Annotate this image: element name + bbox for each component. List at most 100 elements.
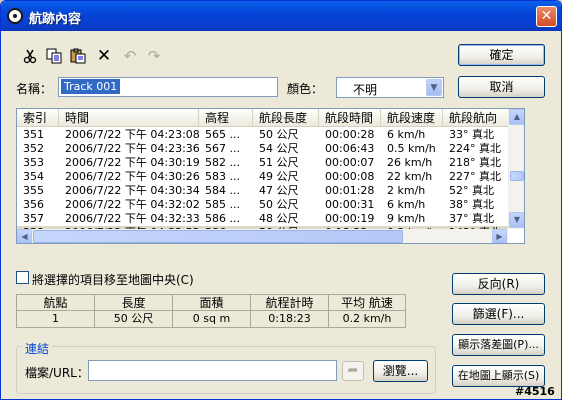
track-properties-window: 航跡內容 ✕ ✕ ↶ ↷ 名稱： Track 001 顏色： 不明 ▼ 確定 取… [0,0,562,400]
go-arrow-icon: ➦ [342,361,364,381]
link-group-label: 連結 [23,340,52,357]
table-cell: 2006/7/22 下午 04:32:02 [65,198,200,211]
file-url-label: 檔案/URL： [25,366,89,380]
color-label: 顏色： [287,82,324,96]
reverse-button[interactable]: 反向(R) [452,273,545,295]
name-value: Track 001 [61,79,121,94]
table-cell: 54 公尺 [259,142,299,155]
stats-value: 0.2 km/h [342,312,392,325]
horizontal-scrollbar[interactable]: ◀ ▶ [17,229,508,243]
center-on-map-label[interactable]: 將選擇的項目移至地圖中央(C) [32,271,194,288]
window-title: 航跡內容 [29,12,82,27]
table-cell: 352 [23,142,44,155]
table-row[interactable]: 357 2006/7/22 下午 04:32:33 586 ... 48 公尺 00:0… [17,212,508,226]
table-cell: 2006/7/22 下午 04:23:36 [65,142,200,155]
table-row[interactable]: 354 2006/7/22 下午 04:30:26 583 ... 49 公尺 00:0… [17,170,508,184]
table-cell: 351 [23,128,44,141]
stats-header: 航點 [17,295,94,311]
vertical-scrollbar[interactable]: ▲ ▼ [508,109,524,229]
table-row[interactable]: 355 2006/7/22 下午 04:30:34 584 ... 47 公尺 00:0… [17,184,508,198]
paste-icon[interactable] [67,45,89,67]
title-bar[interactable]: 航跡內容 ✕ [1,1,561,31]
column-header[interactable]: 索引 [17,109,59,127]
stats-cell: 航程計時 0:18:23 [251,295,329,328]
table-cell: 48 公尺 [259,212,299,225]
table-cell: 00:00:07 [325,156,375,169]
table-cell: 2006/7/22 下午 04:32:33 [65,212,200,225]
list-header: 索引 時間 高程 航段長度 航段時間 航段速度 航段航向 [17,109,508,127]
table-cell: 224° 真北 [449,142,501,155]
app-icon [7,8,23,24]
table-cell: 9 km/h [387,212,426,225]
copy-icon[interactable] [43,45,65,67]
table-cell: 2006/7/22 下午 04:23:08 [65,128,200,141]
column-header[interactable]: 航段航向 [443,109,508,127]
column-header[interactable]: 航段時間 [319,109,381,127]
scroll-down-arrow-icon[interactable]: ▼ [509,212,524,228]
table-cell: 22 km/h [387,170,433,183]
table-cell: 583 ... [205,170,240,183]
stats-cell: 平均 航速 0.2 km/h [329,295,405,328]
name-label: 名稱： [16,82,53,96]
table-row[interactable]: 351 2006/7/22 下午 04:23:08 565 ... 50 公尺 00:0… [17,128,508,142]
table-cell: 565 ... [205,128,240,141]
column-header[interactable]: 航段速度 [381,109,443,127]
close-button[interactable]: ✕ [536,6,557,27]
ok-button[interactable]: 確定 [458,44,545,66]
table-cell: 52° 真北 [449,184,494,197]
table-cell: 51 公尺 [259,156,299,169]
trackpoint-list[interactable]: 索引 時間 高程 航段長度 航段時間 航段速度 航段航向 351 2006/7/2… [16,108,525,244]
color-select[interactable]: 不明 ▼ [336,77,444,98]
table-cell: 00:00:08 [325,170,375,183]
stats-value: 0:18:23 [268,312,311,325]
delete-icon[interactable]: ✕ [93,45,115,67]
stats-cell: 航點 1 [17,295,95,328]
column-header[interactable]: 高程 [199,109,253,127]
stats-value: 0 sq m [192,312,231,325]
cut-icon[interactable] [19,45,41,67]
table-cell: 2006/7/22 下午 04:30:26 [65,170,200,183]
horizontal-scroll-thumb[interactable] [33,230,403,243]
track-stats-table: 航點 1 長度 50 公尺 面積 0 sq m 航程計時 0:18:23 平均 … [16,294,406,328]
column-header[interactable]: 時間 [59,109,199,127]
show-profile-button[interactable]: 顯示落差圖(P)... [452,334,545,356]
table-cell: 2006/7/22 下午 04:30:19 [65,156,200,169]
scroll-up-arrow-icon[interactable]: ▲ [509,109,524,125]
chevron-down-icon[interactable]: ▼ [426,79,442,96]
filter-button[interactable]: 篩選(F)... [452,303,545,325]
table-row[interactable]: 356 2006/7/22 下午 04:32:02 585 ... 50 公尺 00:0… [17,198,508,212]
table-cell: 00:00:19 [325,212,375,225]
table-cell: 50 公尺 [259,198,299,211]
scroll-right-arrow-icon[interactable]: ▶ [492,229,507,243]
table-cell: 353 [23,156,44,169]
table-row[interactable]: 353 2006/7/22 下午 04:30:19 582 ... 51 公尺 00:0… [17,156,508,170]
table-cell: 2 km/h [387,184,426,197]
table-cell: 26 km/h [387,156,433,169]
cancel-button[interactable]: 取消 [458,76,545,98]
table-row[interactable]: 352 2006/7/22 下午 04:23:36 567 ... 54 公尺 00:0… [17,142,508,156]
stats-header: 平均 航速 [329,295,405,311]
table-cell: 354 [23,170,44,183]
table-cell: 00:00:28 [325,128,375,141]
table-cell: 38° 真北 [449,198,494,211]
table-cell: 50 公尺 [259,128,299,141]
name-field[interactable]: Track 001 [58,77,278,97]
vertical-scroll-thumb[interactable] [510,171,524,181]
column-header[interactable]: 航段長度 [253,109,319,127]
table-cell: 584 ... [205,184,240,197]
file-url-input[interactable] [88,360,337,381]
color-value: 不明 [353,83,378,97]
stats-cell: 長度 50 公尺 [95,295,173,328]
list-rows: 351 2006/7/22 下午 04:23:08 565 ... 50 公尺 00:0… [17,128,508,240]
table-cell: 567 ... [205,142,240,155]
stats-cell: 面積 0 sq m [173,295,251,328]
table-cell: 6 km/h [387,128,426,141]
stats-value: 1 [52,312,59,325]
table-cell: 49 公尺 [259,170,299,183]
center-on-map-checkbox[interactable] [16,271,29,284]
show-on-map-button[interactable]: 在地圖上顯示(S) [452,365,545,387]
scroll-left-arrow-icon[interactable]: ◀ [17,229,32,243]
table-cell: 00:00:31 [325,198,375,211]
browse-button[interactable]: 瀏覽... [373,360,428,382]
stats-header: 長度 [95,295,172,311]
